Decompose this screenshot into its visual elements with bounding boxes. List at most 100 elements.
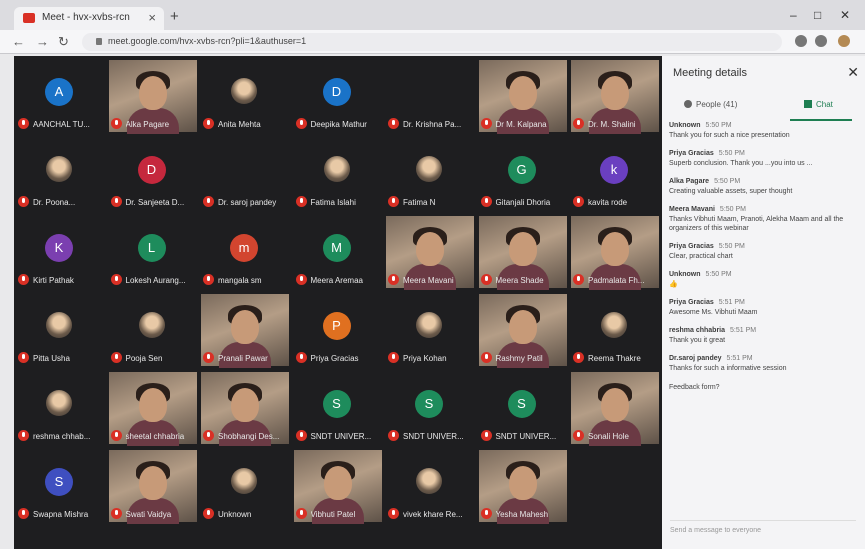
mic-muted-icon: [573, 352, 584, 363]
mic-muted-icon: [295, 352, 307, 363]
participant-tile[interactable]: Alka Pagare: [107, 60, 199, 134]
participant-tile[interactable]: Meera Shade: [477, 216, 569, 290]
participant-tile[interactable]: vivek khare Re...: [384, 450, 476, 522]
participant-tile[interactable]: k kavita rode: [569, 138, 661, 210]
back-arrow-icon[interactable]: ←: [12, 34, 25, 49]
participant-name: Shobhangi Des...: [218, 432, 280, 441]
participant-name: Fatima Islahi: [310, 198, 356, 207]
participant-tile[interactable]: Rashmy Patil: [477, 294, 569, 368]
participant-tile[interactable]: sheetal chhabria: [107, 372, 199, 446]
message-text: 👍: [669, 281, 678, 288]
participant-tile[interactable]: D Dr. Sanjeeta D...: [107, 138, 199, 210]
message-time: 5:51 PM: [730, 327, 757, 334]
chat-message: Dr.saroj pandey 5:51 PM Thanks for such a …: [669, 355, 859, 373]
tab-people[interactable]: People (41): [684, 100, 737, 109]
participant-tile[interactable]: Fatima N: [384, 138, 476, 210]
participant-tile[interactable]: Meera Mavani: [384, 216, 476, 290]
mic-muted-icon: [573, 196, 584, 207]
forward-arrow-icon[interactable]: →: [36, 34, 49, 49]
mic-muted-icon: [110, 196, 122, 207]
profile-avatar[interactable]: [838, 35, 850, 47]
window-close-button[interactable]: ✕: [840, 8, 850, 22]
participant-tile[interactable]: Sonali Hole: [569, 372, 661, 446]
participant-tile[interactable]: K Kirti Pathak: [14, 216, 106, 288]
chat-message: Priya Gracias 5:51 PM Awesome Ms. Vibhuti …: [669, 299, 859, 317]
participant-tile[interactable]: P Priya Gracias: [292, 294, 384, 366]
participant-tile[interactable]: reshma chhab...: [14, 372, 106, 444]
chat-compose-input[interactable]: Send a message to everyone: [670, 520, 856, 540]
participant-tile[interactable]: S Swapna Mishra: [14, 450, 106, 522]
participant-photo: [138, 312, 165, 338]
participant-name: Pooja Sen: [125, 354, 163, 363]
participant-tile[interactable]: Unknown: [199, 450, 291, 522]
mic-muted-icon: [295, 508, 307, 519]
chat-message: Unknown 5:50 PM 👍: [669, 271, 859, 289]
browser-tab[interactable]: Meet - hvx-xvbs-rcn ×: [14, 7, 164, 30]
participant-name: Kirti Pathak: [33, 276, 74, 285]
tab-chat[interactable]: Chat: [804, 100, 833, 109]
chat-message-list: Unknown 5:50 PM Thank you for such a nice …: [669, 122, 859, 512]
participant-tile[interactable]: Swati Vaidya: [107, 450, 199, 524]
lock-icon: [96, 38, 102, 45]
participant-tile[interactable]: Padmalata Fh...: [569, 216, 661, 290]
participant-tile[interactable]: Dr. Krishna Pa...: [384, 60, 476, 132]
minimize-button[interactable]: –: [790, 8, 797, 22]
mic-muted-icon: [295, 430, 307, 441]
mic-muted-icon: [18, 118, 29, 129]
close-panel-icon[interactable]: ✕: [847, 64, 859, 81]
participant-tile[interactable]: Dr. M. Shalini: [569, 60, 661, 134]
reload-icon[interactable]: ↻: [58, 34, 69, 50]
participant-name: SNDT UNIVER...: [310, 432, 372, 441]
browser-tab-bar: Meet - hvx-xvbs-rcn × + – □ ✕: [0, 0, 865, 30]
participant-tile[interactable]: S SNDT UNIVER...: [477, 372, 569, 444]
participant-name: Dr. saroj pandey: [218, 198, 277, 207]
participant-tile[interactable]: G Gitanjali Dhoria: [477, 138, 569, 210]
participant-tile[interactable]: S SNDT UNIVER...: [292, 372, 384, 444]
participant-tile[interactable]: S SNDT UNIVER...: [384, 372, 476, 444]
sender-name: Unknown: [669, 122, 701, 129]
url-field[interactable]: meet.google.com/hvx-xvbs-rcn?pli=1&authu…: [82, 33, 782, 51]
participant-tile[interactable]: Shobhangi Des...: [199, 372, 291, 446]
participant-tile[interactable]: Yesha Mahesh: [477, 450, 569, 524]
maximize-button[interactable]: □: [814, 8, 821, 22]
participant-tile[interactable]: Priya Kohan: [384, 294, 476, 366]
participant-tile[interactable]: Reema Thakre: [569, 294, 661, 366]
video-face: [231, 388, 259, 422]
tab-close-icon[interactable]: ×: [148, 10, 156, 25]
participant-tile[interactable]: m mangala sm: [199, 216, 291, 288]
sender-name: reshma chhabria: [669, 327, 726, 334]
participant-tile[interactable]: D Deepika Mathur: [292, 60, 384, 132]
chat-message: Priya Gracias 5:50 PM Superb conclusion. T…: [669, 150, 859, 168]
message-time: 5:50 PM: [705, 271, 732, 278]
participant-tile[interactable]: Pranali Pawar: [199, 294, 291, 368]
chat-message: Alka Pagare 5:50 PM Creating valuable asse…: [669, 178, 859, 196]
participant-name: SNDT UNIVER...: [403, 432, 464, 441]
participant-tile[interactable]: Dr. Poona...: [14, 138, 106, 210]
participant-tile[interactable]: Dr M. Kalpana: [477, 60, 569, 134]
new-tab-button[interactable]: +: [170, 8, 179, 25]
participant-name: SNDT UNIVER...: [495, 432, 557, 441]
participant-tile[interactable]: L Lokesh Aurang...: [107, 216, 199, 288]
extension-icon[interactable]: [795, 35, 807, 47]
message-time: 5:50 PM: [719, 206, 746, 213]
participant-name: Dr. M. Shalini: [588, 120, 636, 129]
participant-tile[interactable]: Pooja Sen: [107, 294, 199, 366]
message-text: Thanks Vibhuti Maam, Pranoti, Alekha Maa…: [669, 216, 844, 232]
video-face: [138, 76, 167, 110]
mic-muted-icon: [388, 352, 399, 363]
participant-tile[interactable]: Anita Mehta: [199, 60, 291, 132]
participant-avatar: A: [45, 78, 73, 106]
mic-muted-icon: [203, 430, 214, 441]
mic-muted-icon: [480, 118, 492, 129]
participant-name: Anita Mehta: [218, 120, 261, 129]
participant-tile[interactable]: Pitta Usha: [14, 294, 106, 366]
participant-photo: [323, 156, 350, 182]
extension-icon[interactable]: [815, 35, 827, 47]
participant-tile[interactable]: Fatima Islahi: [292, 138, 384, 210]
participant-tile[interactable]: Vibhuti Patel: [292, 450, 384, 524]
participant-tile[interactable]: M Meera Aremaa: [292, 216, 384, 288]
participant-tile[interactable]: Dr. saroj pandey: [199, 138, 291, 210]
chat-tab-label: Chat: [816, 100, 833, 109]
mic-muted-icon: [573, 274, 584, 285]
participant-tile[interactable]: A AANCHAL TU...: [14, 60, 106, 132]
